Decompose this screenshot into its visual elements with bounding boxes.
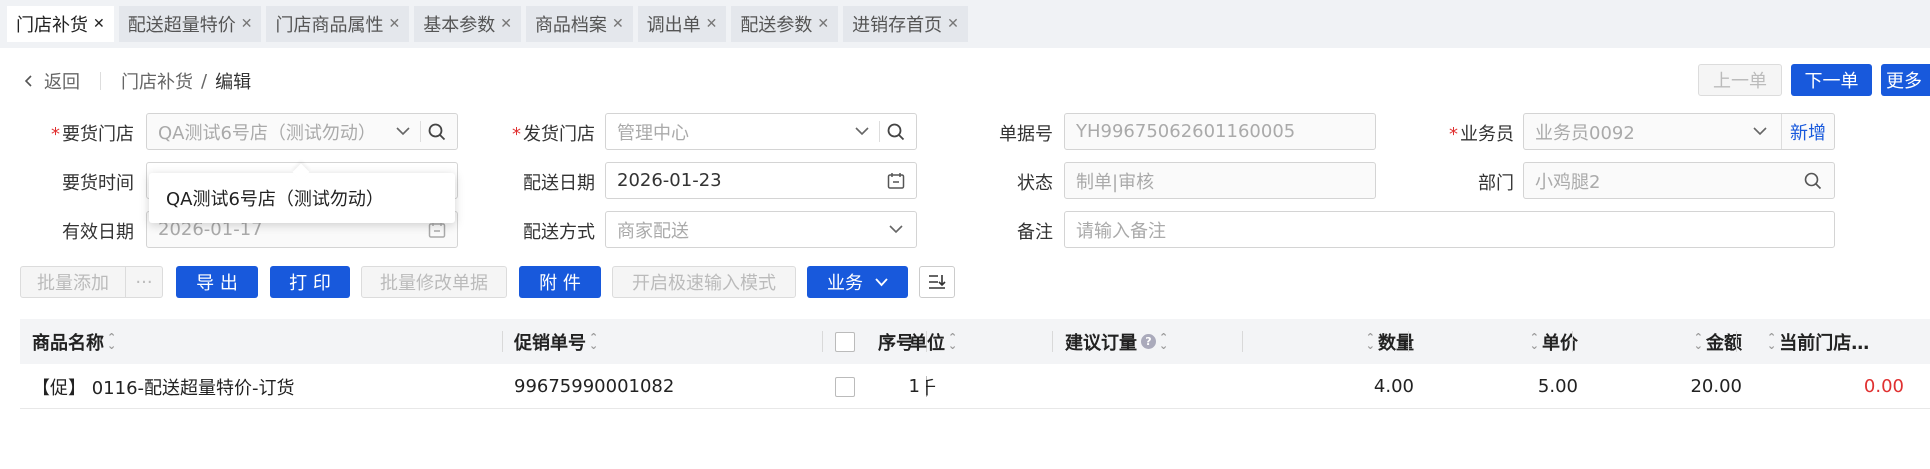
status-label: 状态 — [1017, 173, 1053, 194]
cell-amount: 20.00 — [1690, 376, 1742, 397]
col-header-price[interactable]: ⌃ ⌄ 单价 — [1504, 319, 1578, 364]
sort-icon: ⌃ ⌄ — [1529, 330, 1539, 352]
req-time-label: 要货时间 — [62, 173, 134, 194]
cell-promo-no: 99675990001082 — [514, 376, 675, 397]
back-link[interactable]: 返回 — [22, 68, 80, 94]
breadcrumb: 返回 门店补货 / 编辑 — [22, 68, 251, 94]
breadcrumb-parent[interactable]: 门店补货 — [121, 68, 193, 94]
tab-transfer-out[interactable]: 调出单 ✕ — [637, 6, 727, 42]
req-store-popup[interactable]: QA测试6号店（测试勿动） — [149, 173, 455, 223]
col-header-unit[interactable]: 单位 ⌃ ⌄ — [909, 319, 1049, 364]
sort-icon: ⌃ ⌄ — [948, 330, 958, 352]
batch-edit-button[interactable]: 批量修改单据 — [361, 266, 507, 298]
table-header: 商品名称 ⌃ ⌄ 促销单号 ⌃ ⌄ 序号 单位 ⌃ ⌄ 建议订量? ⌃ ⌄ ⌃ ⌄ 数量 ⌃ ⌄ 单价 … — [20, 319, 1930, 364]
breadcrumb-current: 编辑 — [215, 72, 252, 93]
valid-date-label: 有效日期 — [62, 222, 134, 243]
goods-table: 商品名称 ⌃ ⌄ 促销单号 ⌃ ⌄ 序号 单位 ⌃ ⌄ 建议订量? ⌃ ⌄ ⌃ ⌄ 数量 ⌃ ⌄ 单价 … — [20, 319, 1930, 409]
col-header-store[interactable]: ⌃ ⌄ 当前门店… — [1764, 319, 1869, 364]
prev-doc-button[interactable]: 上一单 — [1698, 64, 1782, 96]
remark-label: 备注 — [1017, 222, 1053, 243]
tab-delivery-special[interactable]: 配送超量特价 ✕ — [118, 6, 262, 42]
delivery-date-picker[interactable]: 2026-01-23 — [605, 162, 917, 199]
chevron-down-icon — [886, 212, 906, 247]
search-icon[interactable] — [1800, 163, 1826, 198]
sort-icon: ⌃ ⌄ — [1159, 330, 1169, 352]
close-icon[interactable]: ✕ — [241, 16, 253, 32]
search-icon[interactable] — [423, 114, 451, 149]
sort-icon: ⌃ ⌄ — [589, 330, 599, 352]
doc-no-label: 单据号 — [999, 124, 1053, 145]
remark-input[interactable]: 请输入备注 — [1064, 211, 1835, 248]
sort-icon: ⌃ ⌄ — [1693, 330, 1703, 352]
chevron-down-icon — [393, 114, 413, 149]
divider — [100, 72, 101, 90]
close-icon[interactable]: ✕ — [388, 16, 400, 32]
tab-bar: 门店补货 ✕ 配送超量特价 ✕ 门店商品属性 ✕ 基本参数 ✕ 商品档案 ✕ 调出单 ✕ 配… — [0, 0, 1930, 48]
delivery-method-select[interactable]: 商家配送 — [605, 211, 917, 248]
table-row[interactable]: 【促】 0116-配送超量特价-订货 99675990001082 1 千 4.… — [20, 364, 1930, 409]
close-icon[interactable]: ✕ — [93, 16, 105, 32]
sort-icon: ⌃ ⌄ — [107, 330, 117, 352]
col-header-suggest[interactable]: 建议订量? ⌃ ⌄ — [1065, 319, 1171, 364]
cell-store: 0.00 — [1863, 376, 1904, 397]
list-settings-icon — [929, 275, 946, 289]
business-dropdown-button[interactable]: 业务 — [807, 266, 908, 298]
more-actions-button[interactable]: ··· — [125, 266, 163, 298]
tab-inventory-home[interactable]: 进销存首页 ✕ — [843, 6, 968, 42]
tab-store-goods-attr[interactable]: 门店商品属性 ✕ — [266, 6, 410, 42]
sort-icon: ⌃ ⌄ — [1767, 330, 1777, 352]
tab-delivery-params[interactable]: 配送参数 ✕ — [731, 6, 839, 42]
close-icon[interactable]: ✕ — [817, 16, 829, 32]
attachment-button[interactable]: 附 件 — [519, 266, 601, 298]
chevron-down-icon — [852, 114, 872, 149]
cell-price: 5.00 — [1537, 376, 1578, 397]
cell-name: 【促】 0116-配送超量特价-订货 — [32, 377, 295, 399]
tab-goods-archive[interactable]: 商品档案 ✕ — [525, 6, 633, 42]
search-icon[interactable] — [882, 114, 910, 149]
close-icon[interactable]: ✕ — [706, 16, 718, 32]
row-checkbox[interactable] — [835, 364, 855, 409]
header-row: 返回 门店补货 / 编辑 上一单 下一单 更多 — [0, 48, 1930, 112]
calendar-icon — [884, 163, 908, 198]
status-field: 制单|审核 — [1064, 162, 1376, 199]
cell-qty: 4.00 — [1373, 376, 1414, 397]
salesman-select[interactable]: 业务员0092 新增 — [1523, 113, 1835, 150]
tab-basic-params[interactable]: 基本参数 ✕ — [414, 6, 521, 42]
column-settings-button[interactable] — [919, 266, 955, 298]
fast-input-button[interactable]: 开启极速输入模式 — [612, 266, 796, 298]
close-icon[interactable]: ✕ — [612, 16, 624, 32]
col-header-promo-no[interactable]: 促销单号 ⌃ ⌄ — [514, 319, 601, 364]
cell-seq: 1 — [908, 376, 920, 397]
breadcrumb-separator: / — [201, 70, 208, 92]
export-button[interactable]: 导 出 — [176, 266, 258, 298]
delivery-method-label: 配送方式 — [523, 222, 595, 243]
cell-unit: 千 — [926, 377, 936, 399]
chevron-left-icon — [24, 75, 32, 87]
add-salesman-link[interactable]: 新增 — [1781, 114, 1834, 149]
more-button[interactable]: 更多 — [1881, 64, 1930, 96]
req-store-select[interactable]: QA测试6号店（测试勿动） — [146, 113, 458, 150]
batch-add-button[interactable]: 批量添加 — [20, 266, 126, 298]
doc-no-field: YH99675062601160005 — [1064, 113, 1376, 150]
print-button[interactable]: 打 印 — [270, 266, 350, 298]
dept-label: 部门 — [1478, 173, 1514, 194]
ship-store-label: * 发货门店 — [512, 124, 595, 145]
help-icon[interactable]: ? — [1141, 334, 1156, 349]
col-header-qty[interactable]: ⌃ ⌄ 数量 — [1340, 319, 1414, 364]
ship-store-select[interactable]: 管理中心 — [605, 113, 917, 150]
req-store-label: * 要货门店 — [51, 124, 134, 145]
col-header-amount[interactable]: ⌃ ⌄ 金额 — [1668, 319, 1742, 364]
close-icon[interactable]: ✕ — [947, 16, 959, 32]
salesman-label: * 业务员 — [1449, 124, 1514, 145]
close-icon[interactable]: ✕ — [500, 16, 512, 32]
sort-icon: ⌃ ⌄ — [1365, 330, 1375, 352]
chevron-down-icon — [875, 277, 888, 286]
delivery-date-label: 配送日期 — [523, 173, 595, 194]
dept-select[interactable]: 小鸡腿2 — [1523, 162, 1835, 199]
next-doc-button[interactable]: 下一单 — [1791, 64, 1872, 96]
tab-store-replenish[interactable]: 门店补货 ✕ — [7, 6, 114, 42]
header-checkbox[interactable] — [835, 319, 855, 364]
col-header-name[interactable]: 商品名称 ⌃ ⌄ — [32, 319, 119, 364]
chevron-down-icon — [1750, 114, 1770, 149]
